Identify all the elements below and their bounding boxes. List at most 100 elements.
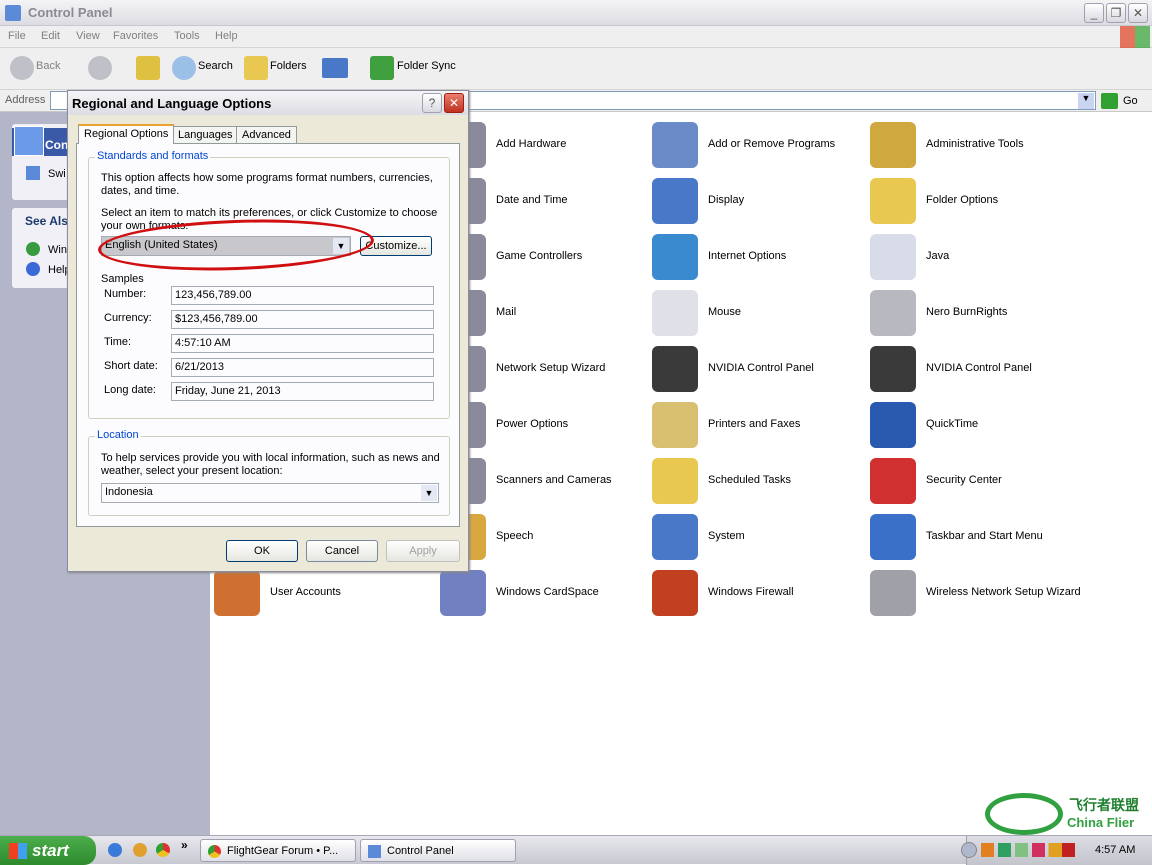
item-windows-cardspace[interactable]: Windows CardSpace: [440, 570, 660, 618]
item-label: Printers and Faxes: [708, 418, 801, 430]
minimize-button[interactable]: _: [1084, 3, 1104, 23]
item-network-setup-wizard[interactable]: Network Setup Wizard: [440, 346, 660, 394]
item-label: Taskbar and Start Menu: [926, 530, 1043, 542]
folder-sync-button[interactable]: Folder Sync: [397, 60, 456, 72]
item-label: Internet Options: [708, 250, 787, 262]
dialog-close-button[interactable]: ✕: [444, 93, 464, 113]
nvidia-icon: [652, 346, 698, 392]
task-label: FlightGear Forum • P...: [227, 845, 339, 857]
item-mail[interactable]: Mail: [440, 290, 660, 338]
tab-advanced[interactable]: Advanced: [236, 126, 297, 144]
item-folder-options[interactable]: Folder Options: [870, 178, 1090, 226]
close-button[interactable]: ✕: [1128, 3, 1148, 23]
item-scheduled-tasks[interactable]: Scheduled Tasks: [652, 458, 872, 506]
folder-sync-icon: [370, 56, 394, 80]
item-mouse[interactable]: Mouse: [652, 290, 872, 338]
item-windows-firewall[interactable]: Windows Firewall: [652, 570, 872, 618]
item-nero-burnrights[interactable]: Nero BurnRights: [870, 290, 1090, 338]
control-panel-heading: Con: [45, 138, 69, 152]
go-button[interactable]: Go: [1123, 95, 1138, 107]
tray-expand-icon[interactable]: [961, 842, 977, 858]
switch-view-icon: [26, 166, 40, 180]
tray-icons[interactable]: [981, 843, 1075, 857]
control-panel-icon: [5, 5, 21, 21]
regional-options-panel: Standards and formats This option affect…: [76, 143, 460, 527]
cardspace-icon: [440, 570, 486, 616]
windows-update-link[interactable]: Win: [48, 244, 67, 256]
scheduled-folder-icon: [652, 458, 698, 504]
folder-icon: [870, 178, 916, 224]
standards-description: This option affects how some programs fo…: [101, 172, 433, 197]
item-label: Nero BurnRights: [926, 306, 1008, 318]
dialog-title: Regional and Language Options: [72, 96, 272, 111]
more-chevron-icon[interactable]: »: [181, 838, 188, 852]
item-display[interactable]: Display: [652, 178, 872, 226]
item-printers-and-faxes[interactable]: Printers and Faxes: [652, 402, 872, 450]
menu-help[interactable]: Help: [215, 30, 238, 42]
menu-view[interactable]: View: [76, 30, 100, 42]
java-icon: [870, 234, 916, 280]
item-nvidia-control-panel[interactable]: NVIDIA Control Panel: [652, 346, 872, 394]
item-administrative-tools[interactable]: Administrative Tools: [870, 122, 1090, 170]
help-button[interactable]: ?: [422, 93, 442, 113]
taskbar: start » FlightGear Forum • P... Control …: [0, 835, 1152, 865]
item-user-accounts[interactable]: User Accounts: [214, 570, 434, 618]
task-flightgear[interactable]: FlightGear Forum • P...: [200, 839, 356, 862]
item-java[interactable]: Java: [870, 234, 1090, 282]
cancel-button[interactable]: Cancel: [306, 540, 378, 562]
up-folder-icon[interactable]: [136, 56, 160, 80]
quicklaunch-icon[interactable]: [133, 843, 147, 857]
item-power-options[interactable]: Power Options: [440, 402, 660, 450]
maximize-button[interactable]: ❐: [1106, 3, 1126, 23]
item-date-and-time[interactable]: Date and Time: [440, 178, 660, 226]
item-taskbar-and-start-menu[interactable]: Taskbar and Start Menu: [870, 514, 1090, 562]
item-add-or-remove-programs[interactable]: Add or Remove Programs: [652, 122, 872, 170]
printer-icon: [652, 402, 698, 448]
folders-icon: [244, 56, 268, 80]
window-title: Control Panel: [28, 5, 113, 20]
search-button[interactable]: Search: [198, 60, 233, 72]
switch-view-link[interactable]: Swi: [48, 168, 66, 180]
tab-languages[interactable]: Languages: [172, 126, 239, 144]
go-arrow-icon[interactable]: [1101, 93, 1118, 109]
item-label: NVIDIA Control Panel: [708, 362, 814, 374]
back-button[interactable]: Back: [36, 60, 60, 72]
ok-button[interactable]: OK: [226, 540, 298, 562]
folders-button[interactable]: Folders: [270, 60, 307, 72]
back-arrow-icon[interactable]: [10, 56, 34, 80]
location-select[interactable]: Indonesia ▼: [101, 483, 439, 503]
clock[interactable]: 4:57 AM: [1095, 844, 1135, 856]
ie-icon[interactable]: [108, 843, 122, 857]
windows-logo-icon: [1120, 26, 1150, 48]
item-game-controllers[interactable]: Game Controllers: [440, 234, 660, 282]
menu-tools[interactable]: Tools: [174, 30, 200, 42]
tab-regional-options[interactable]: Regional Options: [78, 124, 175, 144]
menu-favorites[interactable]: Favorites: [113, 30, 158, 42]
users-icon: [214, 570, 260, 616]
menu-file[interactable]: File: [8, 30, 26, 42]
chevron-down-icon[interactable]: ▼: [421, 485, 437, 501]
apply-button[interactable]: Apply: [386, 540, 460, 562]
item-speech[interactable]: Speech: [440, 514, 660, 562]
sample-value: 6/21/2013: [171, 358, 434, 377]
shield-icon: [870, 458, 916, 504]
item-add-hardware[interactable]: Add Hardware: [440, 122, 660, 170]
forward-arrow-icon[interactable]: [88, 56, 112, 80]
item-wireless-network-setup-wizard[interactable]: Wireless Network Setup Wizard: [870, 570, 1090, 618]
chevron-down-icon[interactable]: ▼: [1078, 93, 1094, 109]
item-nvidia-control-panel[interactable]: NVIDIA Control Panel: [870, 346, 1090, 394]
help-icon: [26, 262, 40, 276]
task-control-panel[interactable]: Control Panel: [360, 839, 516, 862]
mouse-icon: [652, 290, 698, 336]
chrome-icon[interactable]: [156, 843, 170, 857]
item-label: Add Hardware: [496, 138, 567, 150]
item-quicktime[interactable]: QuickTime: [870, 402, 1090, 450]
item-system[interactable]: System: [652, 514, 872, 562]
item-security-center[interactable]: Security Center: [870, 458, 1090, 506]
item-internet-options[interactable]: Internet Options: [652, 234, 872, 282]
views-icon[interactable]: [322, 58, 348, 78]
menu-edit[interactable]: Edit: [41, 30, 60, 42]
system-icon: [652, 514, 698, 560]
chrome-icon: [208, 845, 221, 858]
item-scanners-and-cameras[interactable]: Scanners and Cameras: [440, 458, 660, 506]
